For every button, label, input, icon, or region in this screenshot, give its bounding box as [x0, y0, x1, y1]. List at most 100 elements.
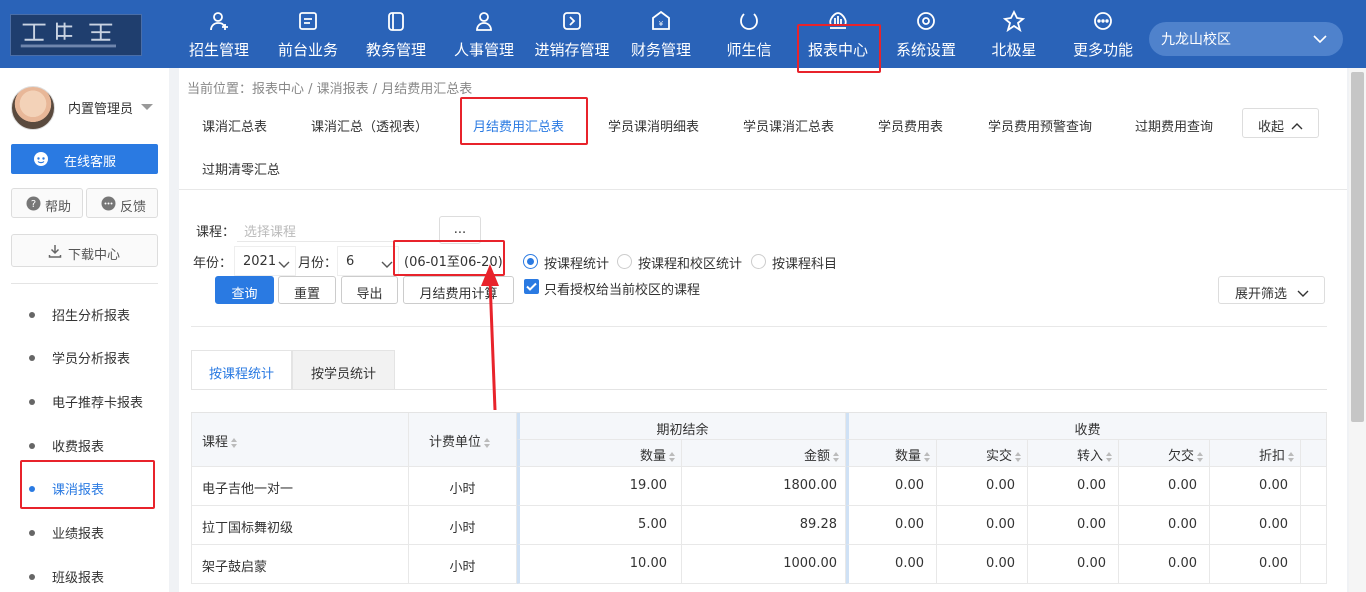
- radio-circle: [523, 254, 538, 269]
- online-service-button[interactable]: 在线客服: [11, 144, 158, 174]
- month-label: 月份：: [298, 256, 338, 271]
- menu-charge-report[interactable]: 收费报表: [0, 425, 169, 465]
- campus-label: 九龙山校区: [1161, 32, 1231, 48]
- authorized-courses-checkbox[interactable]: [524, 279, 539, 294]
- month-select[interactable]: 6: [337, 246, 399, 276]
- column-header-qty[interactable]: 数量: [517, 440, 682, 467]
- divider: [191, 326, 1327, 327]
- caret-down-icon[interactable]: [141, 104, 153, 110]
- chevron-down-icon: [1297, 287, 1309, 297]
- group-header-opening: 期初结余: [517, 413, 846, 440]
- nav-enrollment[interactable]: 招生管理: [182, 0, 256, 68]
- nav-messages[interactable]: 师生信: [714, 0, 784, 68]
- column-header-discount[interactable]: 折扣: [1210, 440, 1301, 467]
- column-header-paid[interactable]: 实交: [937, 440, 1028, 467]
- nav-academic[interactable]: 教务管理: [359, 0, 433, 68]
- table-cell-qty: 10.00: [517, 545, 682, 584]
- divider: [11, 283, 158, 284]
- table-cell-extra: [1301, 467, 1327, 506]
- nav-more[interactable]: 更多功能: [1066, 0, 1140, 68]
- year-value: 2021: [243, 254, 277, 269]
- brand-logo[interactable]: [10, 14, 142, 56]
- menu-performance-report[interactable]: 业绩报表: [0, 512, 169, 552]
- collapse-button[interactable]: 收起: [1242, 108, 1319, 138]
- menu-class-report[interactable]: 班级报表: [0, 556, 169, 592]
- subtab-by-course[interactable]: 按课程统计: [191, 350, 292, 390]
- main-content: 当前位置：报表中心 / 课消报表 / 月结费用汇总表 课消汇总表 课消汇总（透视…: [179, 68, 1347, 592]
- chevron-down-icon: [1313, 32, 1327, 44]
- sort-icon: [833, 451, 839, 462]
- expand-filter-button[interactable]: 展开筛选: [1218, 276, 1325, 304]
- table-cell-extra: [1301, 545, 1327, 584]
- subtab-by-student[interactable]: 按学员统计: [292, 350, 395, 390]
- sort-icon: [231, 437, 238, 448]
- nav-settings[interactable]: 系统设置: [889, 0, 963, 68]
- table-cell-owed: 0.00: [1119, 506, 1210, 545]
- sort-icon: [924, 451, 930, 462]
- avatar[interactable]: [11, 86, 55, 130]
- export-button[interactable]: 导出: [341, 276, 398, 304]
- column-header-owed[interactable]: 欠交: [1119, 440, 1210, 467]
- tab-student-fees[interactable]: 学员费用表: [878, 116, 943, 152]
- nav-polaris[interactable]: 北极星: [985, 0, 1043, 68]
- chevron-down-icon: [381, 258, 393, 268]
- month-value: 6: [346, 254, 355, 269]
- menu-student-analysis[interactable]: 学员分析报表: [0, 337, 169, 377]
- settings-icon: [915, 10, 937, 32]
- checkbox-label: 只看授权给当前校区的课程: [544, 283, 701, 298]
- more-icon: [1092, 10, 1114, 32]
- feedback-button[interactable]: 反馈: [86, 188, 158, 218]
- column-header-course[interactable]: 课程: [191, 413, 409, 467]
- scrollbar-thumb[interactable]: [1351, 72, 1364, 422]
- star-icon: [1002, 9, 1026, 33]
- column-header-unit[interactable]: 计费单位: [409, 413, 517, 467]
- table-cell-discount: 0.00: [1210, 467, 1301, 506]
- bullet: [29, 530, 35, 536]
- table-cell-transfer-in: 0.00: [1028, 506, 1119, 545]
- table-cell-transfer-in: 0.00: [1028, 545, 1119, 584]
- course-label: 课程：: [196, 225, 236, 240]
- nav-finance[interactable]: ¥ 财务管理: [624, 0, 698, 68]
- highlight-box-monthly-tab: [460, 97, 588, 145]
- sort-icon: [1288, 451, 1294, 462]
- column-header-charge-qty[interactable]: 数量: [846, 440, 937, 467]
- reset-button[interactable]: 重置: [278, 276, 336, 304]
- tab-expired-fees[interactable]: 过期费用查询: [1135, 116, 1213, 152]
- tab-fee-warning[interactable]: 学员费用预警查询: [988, 116, 1092, 152]
- bullet: [29, 355, 35, 361]
- table-cell-course: 电子吉他一对一: [191, 467, 409, 506]
- course-input[interactable]: 选择课程: [237, 218, 433, 242]
- bullet: [29, 574, 35, 580]
- column-header-transfer-in[interactable]: 转入: [1028, 440, 1119, 467]
- username[interactable]: 内置管理员: [68, 98, 133, 117]
- nav-hr[interactable]: 人事管理: [447, 0, 521, 68]
- nav-inventory[interactable]: 进销存管理: [529, 0, 615, 68]
- tab-student-consumption-detail[interactable]: 学员课消明细表: [608, 116, 699, 152]
- year-select[interactable]: 2021: [234, 246, 296, 276]
- table-cell-owed: 0.00: [1119, 467, 1210, 506]
- annotation-arrow: [481, 264, 499, 411]
- nav-front-desk[interactable]: 前台业务: [271, 0, 345, 68]
- table-cell-extra: [1301, 506, 1327, 545]
- divider: [179, 189, 1347, 190]
- help-button[interactable]: ? 帮助: [11, 188, 83, 218]
- tab-student-consumption-summary[interactable]: 学员课消汇总表: [743, 116, 834, 152]
- campus-selector[interactable]: 九龙山校区: [1149, 22, 1343, 56]
- table-cell-paid: 0.00: [937, 506, 1028, 545]
- sort-icon: [669, 451, 675, 462]
- user-add-icon: [208, 10, 230, 32]
- sort-icon: [1015, 451, 1021, 462]
- book-icon: [385, 10, 407, 32]
- column-header-amount[interactable]: 金额: [682, 440, 846, 467]
- group-header-charge: 收费: [846, 413, 1327, 440]
- menu-ecard-report[interactable]: 电子推荐卡报表: [0, 381, 169, 421]
- tab-consumption-pivot[interactable]: 课消汇总（透视表）: [311, 116, 428, 152]
- tab-consumption-summary[interactable]: 课消汇总表: [202, 116, 267, 152]
- table-cell-paid: 0.00: [937, 545, 1028, 584]
- menu-enrollment-analysis[interactable]: 招生分析报表: [0, 294, 169, 334]
- year-label: 年份：: [193, 256, 233, 271]
- download-center-button[interactable]: 下载中心: [11, 234, 158, 267]
- bullet: [29, 399, 35, 405]
- scrollbar-track[interactable]: [1349, 68, 1366, 592]
- query-button[interactable]: 查询: [215, 276, 274, 304]
